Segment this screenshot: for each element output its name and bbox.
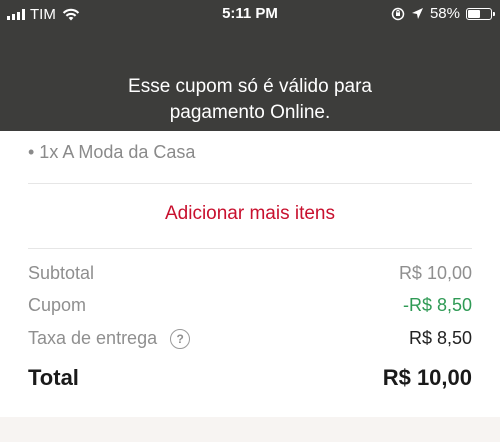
coupon-warning-toast: Esse cupom só é válido para pagamento On… (0, 74, 500, 126)
divider (28, 183, 472, 184)
status-bar: TIM 5:11 PM 58% (0, 0, 500, 30)
coupon-row: Cupom -R$ 8,50 (28, 295, 472, 319)
orientation-lock-icon (391, 7, 405, 20)
subtotal-label: Subtotal (28, 263, 95, 283)
divider (28, 248, 472, 249)
bottom-band (0, 417, 500, 442)
help-icon[interactable]: ? (170, 329, 191, 350)
add-more-items-button[interactable]: Adicionar mais itens (0, 203, 500, 225)
delivery-fee-label: Taxa de entrega (28, 328, 158, 348)
coupon-value: -R$ 8,50 (402, 295, 472, 315)
subtotal-row: Subtotal R$ 10,00 (28, 263, 472, 287)
location-arrow-icon (411, 8, 423, 19)
total-label: Total (28, 365, 79, 390)
toast-line-2: pagamento Online. (169, 102, 331, 123)
battery-icon (466, 7, 495, 20)
toast-line-1: Esse cupom só é válido para (128, 76, 372, 97)
coupon-label: Cupom (28, 295, 87, 315)
total-value: R$ 10,00 (382, 365, 472, 390)
delivery-fee-label-group: Taxa de entrega ? (28, 328, 191, 350)
total-row: Total R$ 10,00 (28, 365, 472, 393)
delivery-fee-value: R$ 8,50 (408, 328, 472, 348)
status-right: 58% (391, 5, 495, 22)
toast-overlay: TIM 5:11 PM 58% Esse cupom só é válido p… (0, 0, 500, 131)
subtotal-value: R$ 10,00 (398, 263, 472, 283)
delivery-fee-row: Taxa de entrega ? R$ 8,50 (28, 328, 472, 352)
battery-percent: 58% (429, 5, 460, 22)
order-item: • 1x A Moda da Casa (28, 142, 196, 162)
